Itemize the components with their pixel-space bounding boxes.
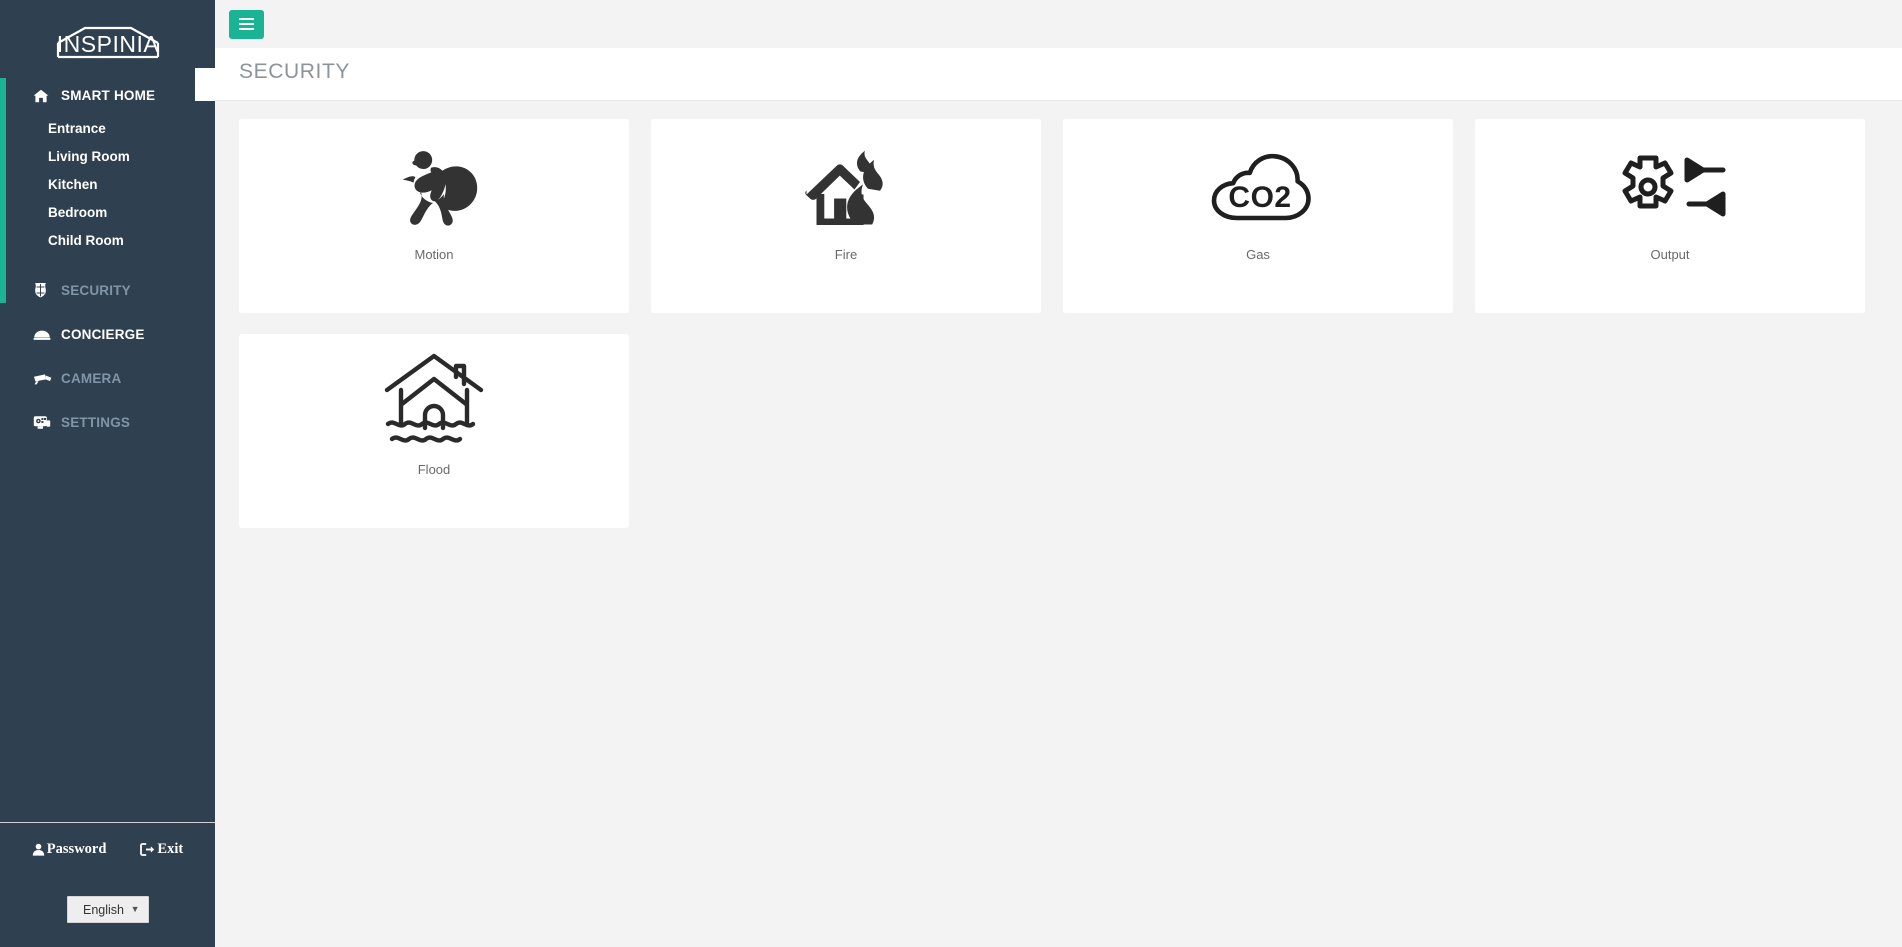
burglar-icon	[386, 137, 482, 237]
home-icon	[33, 89, 53, 103]
exit-link-label: Exit	[157, 841, 184, 857]
language-selector-wrap: English ▼	[0, 858, 215, 923]
sidebar-subitem-label: Entrance	[48, 121, 106, 136]
card-gas[interactable]: CO2 Gas	[1063, 119, 1453, 313]
language-select[interactable]: English ▼	[66, 896, 149, 923]
svg-text:CO2: CO2	[1228, 181, 1291, 214]
shield-icon	[33, 282, 53, 298]
house-flood-icon	[382, 352, 486, 452]
password-link[interactable]: Password	[32, 841, 107, 858]
exit-link[interactable]: Exit	[140, 841, 183, 858]
sidebar-item-camera[interactable]: CAMERA	[0, 361, 215, 396]
chevron-down-icon: ⌄	[144, 89, 153, 101]
sidebar-item-label: CONCIERGE	[61, 327, 145, 342]
card-label: Gas	[1246, 247, 1270, 262]
sidebar: INSPINIA SMART HOME ⌄ Entrance Living Ro…	[0, 0, 215, 947]
sidebar-edge-artifact	[195, 68, 215, 101]
sidebar-subitem-label: Living Room	[48, 149, 130, 164]
sidebar-subitem-label: Kitchen	[48, 177, 98, 192]
card-fire[interactable]: Fire	[651, 119, 1041, 313]
card-label: Fire	[834, 247, 858, 262]
top-navbar	[215, 0, 1902, 48]
footer-divider	[0, 822, 215, 823]
sign-out-icon	[140, 843, 155, 856]
svg-text:INSPINIA: INSPINIA	[56, 31, 159, 57]
sidebar-item-label: SECURITY	[61, 282, 131, 298]
co2-cloud-icon: CO2	[1204, 137, 1312, 237]
sidebar-item-label: CAMERA	[61, 371, 122, 386]
sidebar-item-label: SMART HOME	[61, 88, 156, 103]
sidebar-item-label: SETTINGS	[61, 415, 131, 430]
card-flood[interactable]: Flood	[239, 334, 629, 528]
gear-io-arrows-icon	[1610, 137, 1730, 237]
sidebar-submenu-rooms: Entrance Living Room Kitchen Bedroom Chi…	[0, 113, 215, 263]
hamburger-icon	[239, 18, 254, 30]
card-label: Flood	[417, 462, 451, 477]
sidebar-nav: SMART HOME ⌄ Entrance Living Room Kitche…	[0, 78, 215, 440]
menu-toggle-button[interactable]	[229, 9, 264, 39]
app-root: INSPINIA SMART HOME ⌄ Entrance Living Ro…	[0, 0, 1902, 947]
card-label: Output	[1650, 247, 1690, 262]
sidebar-item-living-room[interactable]: Living Room	[0, 143, 215, 171]
house-fire-icon	[798, 137, 894, 237]
user-icon	[32, 843, 45, 856]
sidebar-subitem-label: Bedroom	[48, 205, 108, 220]
footer-links: Password Exit	[0, 823, 215, 858]
sidebar-item-concierge[interactable]: CONCIERGE	[0, 317, 215, 352]
content-area: Motion Fire CO2 Gas Output Flood	[215, 101, 1902, 947]
brand-logo[interactable]: INSPINIA	[0, 0, 215, 78]
security-card-grid: Motion Fire CO2 Gas Output Flood	[239, 119, 1878, 528]
sidebar-item-security[interactable]: SECURITY	[0, 272, 215, 308]
sidebar-item-entrance[interactable]: Entrance	[0, 115, 215, 143]
sidebar-item-settings[interactable]: SETTINGS	[0, 405, 215, 440]
sidebar-item-smart-home[interactable]: SMART HOME ⌄	[0, 78, 215, 113]
sidebar-item-kitchen[interactable]: Kitchen	[0, 171, 215, 199]
settings-monitor-icon	[33, 415, 53, 430]
page-title: SECURITY	[239, 60, 350, 83]
sidebar-item-bedroom[interactable]: Bedroom	[0, 199, 215, 227]
card-output[interactable]: Output	[1475, 119, 1865, 313]
card-motion[interactable]: Motion	[239, 119, 629, 313]
main-area: SECURITY Motion Fire CO2 Gas Output Floo…	[215, 0, 1902, 947]
chevron-down-icon: ▼	[130, 904, 140, 914]
password-link-label: Password	[46, 841, 107, 857]
sidebar-footer: Password Exit English ▼	[0, 822, 215, 947]
sidebar-item-child-room[interactable]: Child Room	[0, 227, 215, 255]
camera-cctv-icon	[33, 373, 53, 385]
sidebar-subitem-label: Child Room	[48, 233, 124, 248]
page-header: SECURITY	[215, 48, 1902, 101]
card-label: Motion	[414, 247, 454, 262]
bell-service-icon	[33, 329, 53, 341]
